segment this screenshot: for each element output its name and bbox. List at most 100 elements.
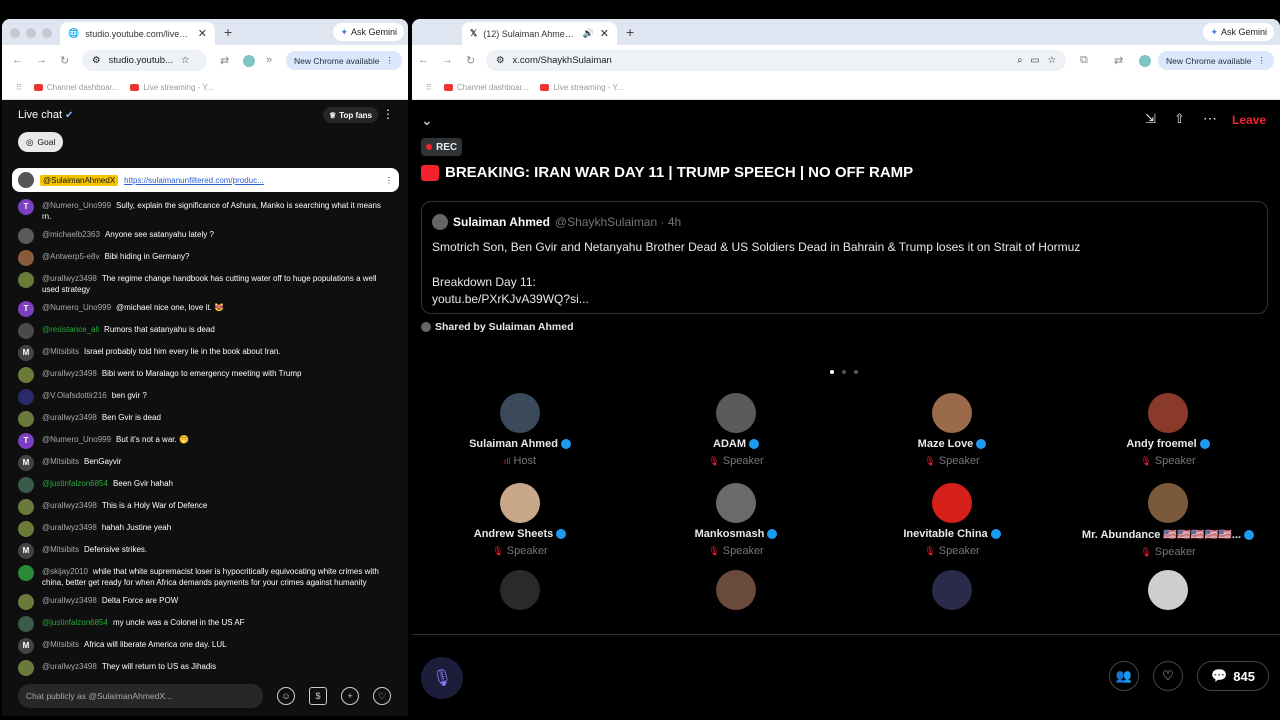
chat-author[interactable]: @urallwyz3498: [42, 662, 97, 671]
chat-message[interactable]: M @Mitsibits Africa will liberate America …: [2, 635, 408, 657]
extensions-icon[interactable]: ⇄: [220, 54, 229, 67]
chat-input[interactable]: Chat publicly as @SulaimanAhmedX...: [18, 684, 263, 708]
chat-author[interactable]: @justinfalzon6854: [42, 618, 108, 627]
goal-button[interactable]: ◎ Goal: [18, 132, 64, 152]
apps-icon[interactable]: ⠿: [426, 83, 432, 92]
participant[interactable]: ADAM 🎙 Speaker: [636, 393, 836, 467]
chat-message[interactable]: @urallwyz3498 Ben Gvir is dead: [2, 408, 408, 430]
chat-message[interactable]: @justinfalzon6854 Been Gvir hahah: [2, 474, 408, 496]
chat-author[interactable]: @Mitsibits: [42, 545, 79, 554]
reactions-icon[interactable]: ♡: [1153, 661, 1183, 691]
close-tab-icon[interactable]: ✕: [198, 27, 207, 40]
collapse-chevron-icon[interactable]: ⌄: [421, 112, 433, 129]
share-icon[interactable]: ⇧: [1174, 111, 1185, 127]
reload-icon[interactable]: ↻: [466, 54, 475, 67]
back-icon[interactable]: ←: [418, 54, 429, 66]
pinned-menu-icon[interactable]: ⋮: [385, 176, 393, 185]
people-icon[interactable]: 👥: [1109, 661, 1139, 691]
forward-icon[interactable]: →: [442, 54, 453, 66]
chat-author[interactable]: @Numero_Uno999: [42, 435, 111, 444]
chat-message[interactable]: @justinfalzon6854 my uncle was a Colonel …: [2, 613, 408, 635]
new-tab-icon[interactable]: +: [224, 24, 232, 40]
audio-icon[interactable]: 🔊: [583, 28, 594, 39]
pinned-message[interactable]: @SulaimanAhmedX https://sulaimanunfilter…: [12, 168, 399, 192]
chat-message[interactable]: M @Mitsibits BenGayvir: [2, 452, 408, 474]
participant[interactable]: Mankosmash 🎙 Speaker: [636, 483, 836, 557]
avatar[interactable]: [932, 570, 972, 610]
ask-gemini-button[interactable]: ✦ Ask Gemini: [333, 23, 404, 41]
reload-icon[interactable]: ↻: [60, 54, 69, 67]
chat-author[interactable]: @justinfalzon6854: [42, 479, 108, 488]
chat-message[interactable]: @urallwyz3498 Delta Force are POW: [2, 591, 408, 613]
chat-author[interactable]: @Numero_Uno999: [42, 303, 111, 312]
zoom-icon[interactable]: ⌕: [1017, 55, 1022, 66]
chat-author[interactable]: @resistance_ali: [42, 325, 99, 334]
chat-author[interactable]: @Numero_Uno999: [42, 201, 111, 210]
bookmark-item[interactable]: Channel dashboar...: [33, 83, 118, 92]
chat-author[interactable]: @urallwyz3498: [42, 501, 97, 510]
new-tab-icon[interactable]: +: [626, 24, 634, 40]
chat-author[interactable]: @Mitsibits: [42, 347, 79, 356]
avatar[interactable]: [500, 570, 540, 610]
bookmark-star-icon[interactable]: ☆: [1047, 55, 1056, 66]
back-icon[interactable]: ←: [12, 54, 23, 66]
chat-author[interactable]: @skijay2010: [42, 567, 88, 576]
avatar[interactable]: [716, 570, 756, 610]
chat-author[interactable]: @urallwyz3498: [42, 274, 97, 283]
browser-tab[interactable]: 𝕏 (12) Sulaiman Ahmed (@S 🔊 ✕: [462, 22, 617, 45]
heart-icon[interactable]: ♡: [373, 687, 391, 705]
chat-message[interactable]: T @Numero_Uno999 @michael nice one, love i…: [2, 298, 408, 320]
chat-message[interactable]: @urallwyz3498 This is a Holy War of Defen…: [2, 496, 408, 518]
chat-message[interactable]: M @Mitsibits Defensive strikes.: [2, 540, 408, 562]
participant[interactable]: Sulaiman Ahmed ıll Host: [420, 393, 620, 467]
more-icon[interactable]: ⋯: [1203, 110, 1217, 127]
close-tab-icon[interactable]: ✕: [600, 27, 609, 40]
new-chrome-available-button[interactable]: New Chrome available ⋮: [285, 51, 402, 70]
new-chrome-available-button[interactable]: New Chrome available ⋮: [1157, 51, 1274, 70]
overflow-chevron-icon[interactable]: »: [266, 54, 272, 66]
profile-avatar[interactable]: [243, 55, 255, 67]
microphone-icon[interactable]: 🎙: [421, 657, 463, 699]
chat-message[interactable]: @urallwyz3498 Bibi went to Maralago to em…: [2, 364, 408, 386]
chat-author[interactable]: @V.Olafsdottir216: [42, 391, 107, 400]
add-icon[interactable]: +: [341, 687, 359, 705]
apps-icon[interactable]: ⠿: [16, 83, 22, 92]
url-field[interactable]: ⚙ studio.youtub... ☆: [82, 50, 207, 71]
avatar[interactable]: [1148, 570, 1188, 610]
chat-message[interactable]: @urallwyz3498 The regime change handbook …: [2, 269, 408, 298]
window-controls[interactable]: [10, 28, 52, 38]
chat-message[interactable]: @V.Olafsdottir216 ben gvir ?: [2, 386, 408, 408]
chat-author[interactable]: @urallwyz3498: [42, 523, 97, 532]
chat-author[interactable]: @michaelb2363: [42, 230, 100, 239]
emoji-icon[interactable]: ☺: [277, 687, 295, 705]
pinned-link[interactable]: https://sulaimanunfiltered.com/produc...: [124, 176, 379, 185]
chat-message[interactable]: @resistance_ali Rumors that satanyahu is …: [2, 320, 408, 342]
tab-search-icon[interactable]: ⧉: [1080, 54, 1088, 67]
profile-avatar[interactable]: [1139, 55, 1151, 67]
chat-author[interactable]: @Mitsibits: [42, 640, 79, 649]
comments-button[interactable]: 💬 845: [1197, 661, 1269, 691]
super-chat-icon[interactable]: $: [309, 687, 327, 705]
participant[interactable]: Maze Love 🎙 Speaker: [852, 393, 1052, 467]
chat-message[interactable]: T @Numero_Uno999 Sully, explain the signif…: [2, 196, 408, 225]
participant[interactable]: Andrew Sheets 🎙 Speaker: [420, 483, 620, 557]
chat-message[interactable]: M @Mitsibits Israel probably told him ever…: [2, 342, 408, 364]
pinned-tweet-card[interactable]: Sulaiman Ahmed @ShaykhSulaiman · 4h Smot…: [421, 201, 1268, 314]
chat-message[interactable]: @Antwerp5-e8v Bibi hiding in Germany?: [2, 247, 408, 269]
chat-menu-icon[interactable]: ⋮: [382, 107, 394, 121]
participant[interactable]: Inevitable China 🎙 Speaker: [852, 483, 1052, 557]
top-fans-button[interactable]: ♕ Top fans: [323, 107, 378, 123]
extensions-icon[interactable]: ⇄: [1114, 54, 1123, 67]
leave-button[interactable]: Leave: [1232, 113, 1266, 127]
chat-message[interactable]: @skijay2010 while that white supremacist …: [2, 562, 408, 591]
chat-message-list[interactable]: T @Numero_Uno999 Sully, explain the signif…: [2, 196, 408, 678]
chat-message[interactable]: @urallwyz3498 hahah Justine yeah: [2, 518, 408, 540]
bookmark-star-icon[interactable]: ☆: [181, 55, 190, 66]
carousel-dots[interactable]: [830, 370, 858, 374]
forward-icon[interactable]: →: [36, 54, 47, 66]
minimize-icon[interactable]: ⇲: [1145, 111, 1156, 127]
browser-tab[interactable]: 🌐 studio.youtube.com/live_chat ✕: [60, 22, 215, 45]
chat-author[interactable]: @urallwyz3498: [42, 369, 97, 378]
chat-author[interactable]: @urallwyz3498: [42, 413, 97, 422]
ask-gemini-button[interactable]: ✦ Ask Gemini: [1203, 23, 1274, 41]
